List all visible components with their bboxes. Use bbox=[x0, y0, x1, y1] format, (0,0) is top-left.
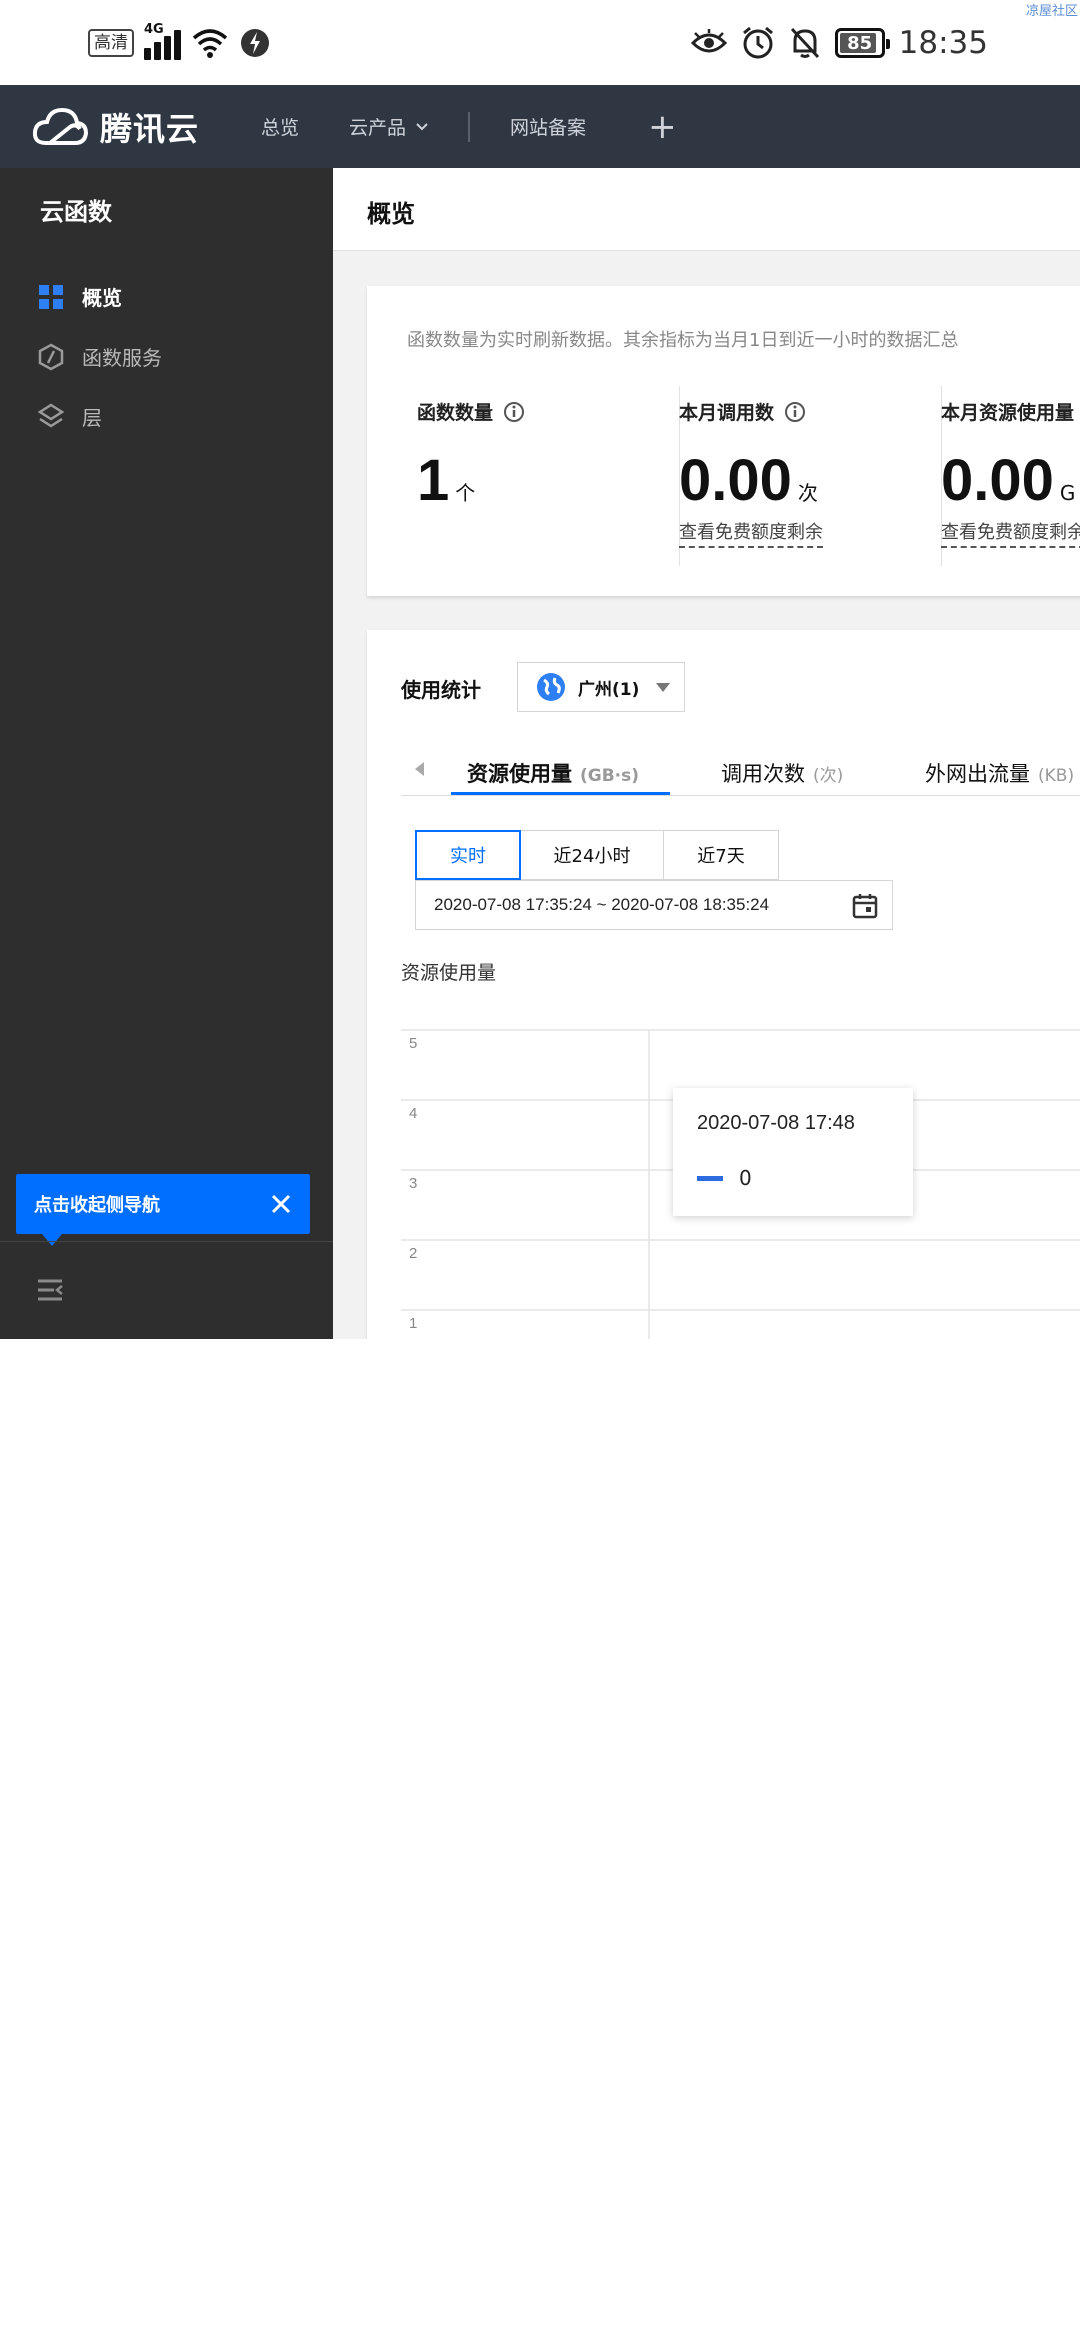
network-type: 4G bbox=[144, 22, 164, 37]
collapse-sidebar-icon[interactable] bbox=[36, 1278, 64, 1302]
metric-label-text: 本月资源使用量 bbox=[941, 402, 1075, 424]
function-icon bbox=[38, 343, 64, 370]
y-tick-label: 3 bbox=[409, 1175, 417, 1192]
grid-icon bbox=[39, 284, 63, 309]
summary-note: 函数数量为实时刷新数据。其余指标为当月1日到近一小时的数据汇总 bbox=[407, 330, 959, 351]
collapse-nav-tooltip: 点击收起侧导航 bbox=[16, 1174, 310, 1246]
free-quota-link[interactable]: 查看免费额度剩余 bbox=[941, 518, 1080, 548]
sidebar-item-layers[interactable]: 层 bbox=[38, 402, 102, 431]
info-icon[interactable] bbox=[784, 401, 806, 423]
battery-icon: 85 bbox=[834, 28, 890, 58]
status-left: 高清 4G bbox=[88, 22, 271, 62]
free-quota-link[interactable]: 查看免费额度剩余 bbox=[679, 518, 823, 548]
metric-unit: G bbox=[1059, 481, 1076, 505]
tooltip-row: 0 bbox=[697, 1166, 752, 1190]
add-nav-button[interactable]: + bbox=[648, 110, 677, 144]
usage-chart: 5 4 3 2 1 bbox=[401, 1029, 1080, 1339]
metric-label-text: 函数数量 bbox=[417, 402, 494, 424]
sidebar-item-functions[interactable]: 函数服务 bbox=[38, 342, 162, 371]
series-swatch bbox=[697, 1175, 723, 1181]
collapse-tip-text: 点击收起侧导航 bbox=[34, 1195, 160, 1216]
brand-name: 腾讯云 bbox=[100, 109, 200, 148]
chevron-down-icon bbox=[416, 122, 428, 130]
metric-number: 0.00 bbox=[941, 448, 1054, 513]
sidebar-title: 云函数 bbox=[40, 198, 112, 226]
summary-card: 函数数量为实时刷新数据。其余指标为当月1日到近一小时的数据汇总 函数数量 1 个… bbox=[367, 286, 1080, 596]
metric-unit: 次 bbox=[797, 481, 818, 505]
status-time: 18:35 bbox=[898, 25, 988, 61]
page-header: 概览 bbox=[333, 168, 1080, 251]
metric-invocations: 本月调用数 0.00 次 查看免费额度剩余 bbox=[679, 398, 823, 548]
wifi-icon bbox=[192, 29, 228, 58]
metric-value: 1 个 bbox=[417, 447, 525, 514]
info-icon[interactable] bbox=[503, 401, 525, 423]
corner-watermark: 凉屋社区 bbox=[1025, 4, 1078, 19]
page-title: 概览 bbox=[367, 200, 415, 228]
alarm-icon bbox=[742, 26, 773, 59]
nav-icp[interactable]: 网站备案 bbox=[510, 113, 586, 140]
close-icon[interactable] bbox=[270, 1193, 292, 1215]
sidebar: 云函数 概览 函数服务 层 点击收起侧导航 bbox=[0, 168, 333, 1339]
metric-function-count: 函数数量 1 个 bbox=[417, 398, 525, 514]
sidebar-item-overview[interactable]: 概览 bbox=[38, 282, 122, 311]
battery-level: 85 bbox=[847, 32, 873, 54]
sidebar-divider bbox=[0, 1241, 333, 1242]
tooltip-value: 0 bbox=[739, 1166, 752, 1190]
sidebar-item-label: 概览 bbox=[82, 286, 122, 310]
hd-badge: 高清 bbox=[88, 29, 134, 57]
metric-value: 0.00 次 bbox=[679, 447, 823, 514]
metric-number: 1 bbox=[417, 448, 450, 513]
chart-tooltip: 2020-07-08 17:48 0 bbox=[673, 1088, 913, 1216]
vpn-icon bbox=[241, 29, 269, 57]
nav-products[interactable]: 云产品 bbox=[349, 113, 428, 140]
mute-icon bbox=[790, 27, 819, 59]
nav-products-label: 云产品 bbox=[349, 117, 407, 139]
metric-label: 函数数量 bbox=[417, 398, 525, 425]
cloud-logo-icon bbox=[32, 107, 88, 145]
brand-logo[interactable]: 腾讯云 bbox=[32, 104, 199, 150]
metric-number: 0.00 bbox=[679, 448, 792, 513]
sidebar-item-label: 层 bbox=[82, 406, 102, 430]
metric-value: 0.00 G bbox=[941, 447, 1080, 514]
usage-card: 使用统计 广州(1) 资源使用量 (GB·s) 调用次数 (次) 外网出流量 (KB)… bbox=[367, 630, 1080, 1339]
metric-unit: 个 bbox=[455, 481, 476, 505]
sidebar-item-label: 函数服务 bbox=[82, 346, 162, 370]
metric-label: 本月资源使用量 bbox=[941, 398, 1080, 425]
status-bar: 高清 4G 85 18:35 凉屋社区 bbox=[0, 0, 1080, 85]
eye-icon bbox=[690, 29, 727, 53]
metric-label: 本月调用数 bbox=[679, 398, 823, 425]
metric-resource-usage: 本月资源使用量 0.00 G 查看免费额度剩余 bbox=[941, 398, 1080, 548]
y-tick-label: 1 bbox=[409, 1315, 417, 1332]
y-tick-label: 2 bbox=[409, 1245, 417, 1262]
top-nav: 腾讯云 总览 云产品 网站备案 + bbox=[0, 85, 1080, 168]
nav-divider bbox=[468, 111, 471, 142]
main-content: 概览 函数数量为实时刷新数据。其余指标为当月1日到近一小时的数据汇总 函数数量 … bbox=[333, 168, 1080, 1339]
y-tick-label: 4 bbox=[409, 1105, 417, 1122]
nav-overview[interactable]: 总览 bbox=[261, 113, 299, 140]
tooltip-date: 2020-07-08 17:48 bbox=[697, 1112, 855, 1134]
status-right: 85 18:35 bbox=[690, 22, 988, 64]
layers-icon bbox=[38, 403, 64, 427]
y-tick-label: 5 bbox=[409, 1035, 417, 1052]
metric-label-text: 本月调用数 bbox=[679, 402, 775, 424]
time-realtime-button[interactable]: 实时 bbox=[415, 830, 521, 880]
signal-icon: 4G bbox=[144, 22, 181, 60]
